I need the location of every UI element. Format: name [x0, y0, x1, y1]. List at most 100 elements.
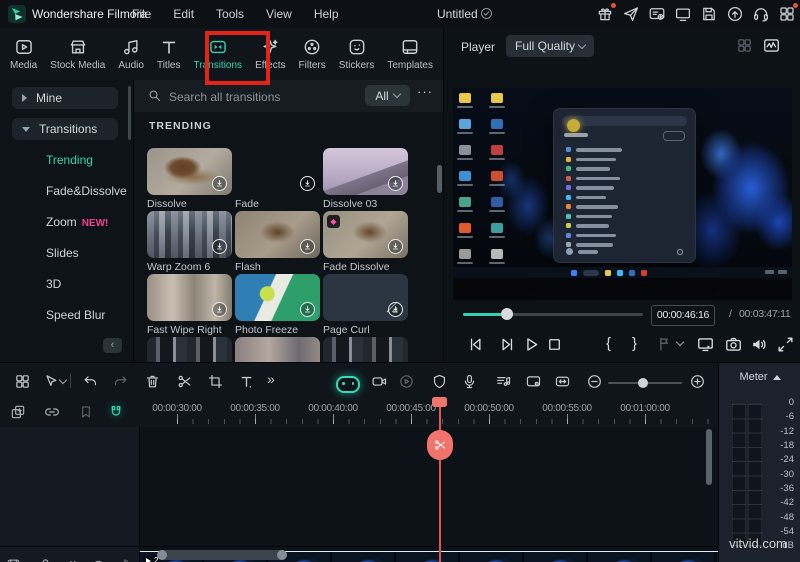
camera-icon[interactable]: [724, 335, 743, 354]
tab-titles[interactable]: Titles: [153, 28, 185, 80]
mask-tool-icon[interactable]: [336, 376, 360, 393]
sidebar-item-zoom[interactable]: Zoom NEW!: [46, 211, 108, 233]
scissors-icon[interactable]: [176, 373, 193, 390]
current-timecode[interactable]: 00:00:46:16: [651, 305, 715, 326]
download-icon[interactable]: [300, 302, 315, 317]
download-icon[interactable]: [300, 176, 315, 191]
lock-icon[interactable]: [38, 557, 53, 562]
eye-icon[interactable]: [91, 557, 106, 562]
download-icon[interactable]: [212, 302, 227, 317]
link-icon[interactable]: [44, 404, 60, 420]
more-options-button[interactable]: ···: [417, 84, 433, 99]
mark-out-icon[interactable]: }: [632, 335, 637, 352]
menu-edit[interactable]: Edit: [173, 7, 194, 21]
wand-icon[interactable]: [116, 557, 131, 562]
text-tool-icon[interactable]: [238, 373, 255, 390]
fullscreen-icon[interactable]: [776, 335, 795, 354]
search-input[interactable]: [167, 85, 356, 108]
pointer-icon[interactable]: [42, 373, 59, 390]
transition-card[interactable]: Fade: [235, 148, 320, 210]
seek-handle[interactable]: [501, 308, 513, 320]
transition-card[interactable]: Dissolve 03: [323, 148, 408, 210]
transition-card[interactable]: Dissolve: [147, 148, 232, 210]
tab-media[interactable]: Media: [6, 28, 41, 80]
zoom-in-icon[interactable]: [689, 373, 706, 390]
menu-view[interactable]: View: [266, 7, 292, 21]
layersplus-icon[interactable]: [10, 404, 26, 420]
transition-thumbnail[interactable]: [323, 211, 408, 258]
transition-card[interactable]: Page Curl: [323, 274, 408, 336]
download-icon[interactable]: [300, 239, 315, 254]
stepfwd-icon[interactable]: [498, 335, 517, 354]
transition-thumbnail[interactable]: [235, 148, 320, 195]
shield-icon[interactable]: [431, 373, 448, 390]
sidebar-group-transitions[interactable]: Transitions: [12, 118, 118, 140]
share-icon[interactable]: [622, 5, 640, 23]
transition-card[interactable]: Fast Wipe Right: [147, 274, 232, 336]
video-scope-icon[interactable]: [762, 36, 781, 55]
upload-icon[interactable]: [726, 5, 744, 23]
menu-tools[interactable]: Tools: [216, 7, 244, 21]
multi-view-icon[interactable]: [736, 37, 753, 54]
transition-card[interactable]: [323, 337, 408, 362]
playhead-cut-button[interactable]: [427, 430, 453, 460]
download-icon[interactable]: [388, 176, 403, 191]
speaker-icon[interactable]: [750, 335, 769, 354]
monitor-icon[interactable]: [674, 5, 692, 23]
transition-thumbnail[interactable]: [323, 148, 408, 195]
timeline-horizontal-scrollbar[interactable]: [157, 550, 287, 560]
project-title[interactable]: Untitled: [437, 7, 478, 21]
playcircle-icon[interactable]: [398, 373, 415, 390]
layout-icon[interactable]: [778, 3, 798, 23]
gift-icon[interactable]: [596, 3, 616, 23]
screenrec-icon[interactable]: [525, 373, 542, 390]
stop-icon[interactable]: [545, 335, 564, 354]
marker-icon[interactable]: [656, 335, 674, 353]
redo-icon[interactable]: [112, 373, 129, 390]
transition-card[interactable]: Warp Zoom 6: [147, 211, 232, 273]
save-icon[interactable]: [700, 5, 718, 23]
transition-thumbnail[interactable]: [147, 211, 232, 258]
library-scrollbar[interactable]: [437, 165, 442, 193]
play-icon[interactable]: [522, 335, 541, 354]
playhead-head[interactable]: [432, 397, 447, 407]
tab-filters[interactable]: Filters: [295, 28, 330, 80]
transition-thumbnail[interactable]: [235, 211, 320, 258]
fitbox-icon[interactable]: [554, 373, 571, 390]
sidebar-item-trending[interactable]: Trending: [46, 149, 93, 171]
transition-card[interactable]: Flash: [235, 211, 320, 273]
chevron-down-icon[interactable]: [675, 337, 685, 347]
bookmark-icon[interactable]: [78, 404, 94, 420]
timeline-zoom-handle[interactable]: [638, 378, 648, 388]
transition-card[interactable]: [147, 337, 232, 362]
sidebar-item-3d[interactable]: 3D: [46, 273, 61, 295]
toolbar-layout-icon[interactable]: [14, 373, 31, 390]
sidebar-item-speed-blur[interactable]: Speed Blur: [46, 304, 105, 326]
transition-card[interactable]: [235, 337, 320, 362]
tab-stickers[interactable]: Stickers: [335, 28, 379, 80]
mark-in-icon[interactable]: {: [606, 335, 611, 352]
meter-title[interactable]: Meter: [719, 371, 800, 383]
menu-file[interactable]: File: [132, 7, 151, 21]
download-icon[interactable]: [212, 176, 227, 191]
transition-thumbnail[interactable]: [147, 148, 232, 195]
trash-icon[interactable]: [144, 373, 161, 390]
transition-card[interactable]: Photo Freeze: [235, 274, 320, 336]
crop-icon[interactable]: [207, 373, 224, 390]
tab-templates[interactable]: Templates: [383, 28, 437, 80]
transition-thumbnail[interactable]: [235, 274, 320, 321]
menu-help[interactable]: Help: [314, 7, 339, 21]
transition-thumbnail[interactable]: [323, 274, 408, 321]
transition-card[interactable]: Fade Dissolve: [323, 211, 408, 273]
download-icon[interactable]: [388, 302, 403, 317]
download-icon[interactable]: [388, 239, 403, 254]
mic-icon[interactable]: [461, 373, 478, 390]
transition-thumbnail[interactable]: [147, 274, 232, 321]
magnet-icon[interactable]: [108, 404, 124, 420]
tab-stock-media[interactable]: Stock Media: [46, 28, 109, 80]
export-icon[interactable]: [648, 5, 666, 23]
speedcam-icon[interactable]: [371, 373, 388, 390]
quality-dropdown[interactable]: Full Quality: [506, 35, 594, 57]
stepback-icon[interactable]: [466, 335, 485, 354]
tab-audio[interactable]: Audio: [114, 28, 148, 80]
